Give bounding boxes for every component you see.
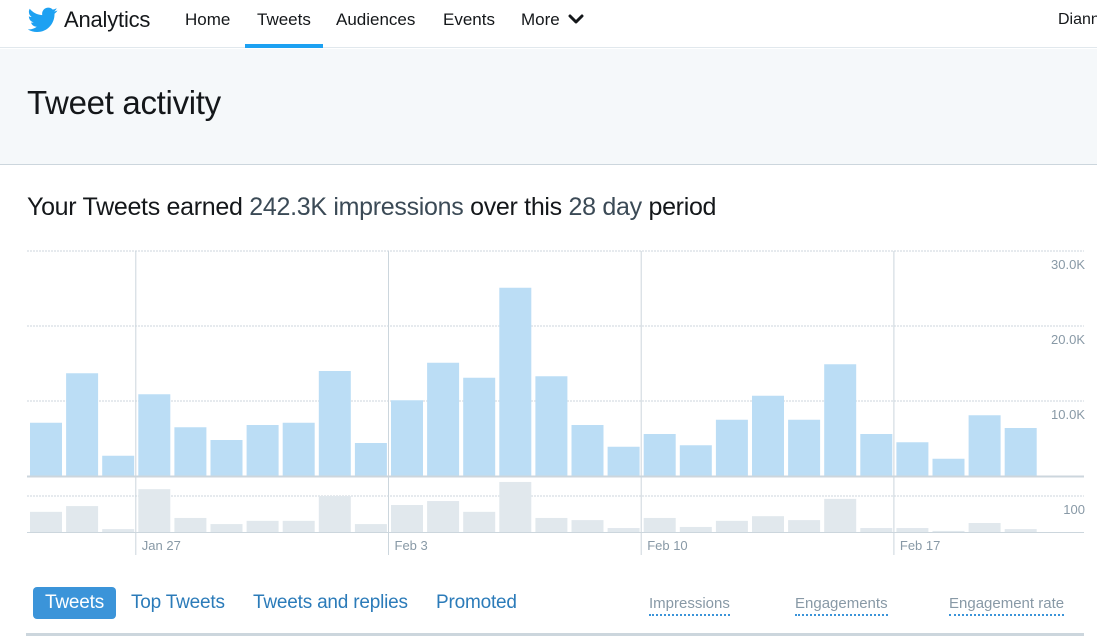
engagements-bar[interactable] [354, 524, 387, 532]
twitter-bird-icon [28, 7, 58, 32]
y-tick-label: 30.0K [1051, 257, 1085, 272]
x-tick-label: Feb 3 [395, 538, 428, 553]
engagements-bar[interactable] [679, 526, 712, 532]
engagements-bar[interactable] [30, 511, 62, 532]
impressions-bar[interactable] [427, 362, 460, 476]
page-title: Tweet activity [27, 84, 221, 121]
impressions-bar[interactable] [354, 443, 387, 476]
impressions-bar[interactable] [824, 364, 857, 476]
engagements-bar[interactable] [138, 489, 171, 532]
engagements-bar[interactable] [246, 520, 279, 532]
metric-engagements[interactable]: Engagements [795, 595, 888, 616]
engagements-bar[interactable] [1004, 529, 1037, 532]
engagements-bar[interactable] [499, 481, 532, 532]
impressions-bar[interactable] [246, 425, 279, 476]
tab-top-tweets[interactable]: Top Tweets [131, 587, 225, 619]
nav-audiences[interactable]: Audiences [336, 0, 415, 48]
nav-events-label: Events [443, 10, 495, 29]
activity-chart: Jan 27 Feb 3 Feb 10 Feb 17 10.0K 20.0K 30.0K 10… [27, 250, 1085, 555]
y-tick-label: 10.0K [1051, 407, 1085, 422]
impressions-bar[interactable] [1004, 428, 1037, 476]
brand-name: Analytics [64, 7, 151, 32]
brand[interactable]: Analytics [28, 7, 150, 33]
nav-home[interactable]: Home [185, 0, 230, 48]
tweet-tabs: Tweets Top Tweets Tweets and replies Pro… [0, 585, 1097, 636]
engagements-bar[interactable] [860, 528, 893, 532]
impressions-bar[interactable] [643, 434, 676, 476]
nav-tweets-label: Tweets [257, 10, 311, 29]
engagements-bar[interactable] [427, 501, 460, 532]
summary-suffix: period [648, 193, 717, 221]
metric-engagement-rate[interactable]: Engagement rate [949, 595, 1065, 616]
engagements-bar[interactable] [715, 520, 748, 532]
user-menu[interactable]: Dianne [1058, 0, 1097, 40]
impressions-bar[interactable] [715, 419, 748, 476]
impressions-bar[interactable] [391, 400, 423, 476]
engagements-bar[interactable] [210, 524, 243, 532]
tab-tweets[interactable]: Tweets [33, 587, 116, 619]
impressions-bar[interactable] [788, 419, 821, 476]
engagements-bar[interactable] [932, 530, 965, 532]
nav-more[interactable]: More [521, 0, 584, 48]
engagements-bar[interactable] [282, 520, 315, 532]
page-header: Tweet activity [0, 49, 1097, 165]
tab-promoted[interactable]: Promoted [436, 587, 517, 619]
impressions-bar[interactable] [66, 373, 99, 476]
summary-middle: over this [470, 193, 562, 221]
x-tick-label: Feb 17 [900, 538, 940, 553]
engagements-bar[interactable] [968, 523, 1001, 532]
engagements-bar[interactable] [788, 520, 821, 532]
y-tick-label: 20.0K [1051, 332, 1085, 347]
impressions-bar[interactable] [282, 422, 315, 476]
impressions-bar[interactable] [499, 287, 532, 476]
impressions-bar[interactable] [607, 446, 640, 476]
impressions-bar[interactable] [535, 376, 568, 476]
engagements-bar[interactable] [174, 517, 207, 532]
engagements-bar[interactable] [102, 529, 135, 532]
summary-impressions-value: 242.3K [249, 193, 327, 221]
engagements-bar[interactable] [824, 498, 857, 532]
impressions-bar[interactable] [174, 427, 207, 476]
engagements-bar[interactable] [535, 517, 568, 532]
metric-impressions[interactable]: Impressions [649, 595, 730, 616]
nav-audiences-label: Audiences [336, 10, 416, 29]
engagements-bar[interactable] [571, 520, 604, 532]
impressions-bar[interactable] [860, 434, 893, 476]
impressions-bar[interactable] [30, 422, 62, 476]
impressions-bar[interactable] [932, 458, 965, 476]
impressions-bar[interactable] [318, 371, 351, 476]
x-tick-label: Feb 10 [647, 538, 687, 553]
engagements-bar[interactable] [896, 528, 929, 532]
engagements-bar[interactable] [643, 517, 676, 532]
chevron-down-icon [568, 14, 584, 24]
x-tick-label: Jan 27 [142, 538, 181, 553]
impressions-bar[interactable] [752, 395, 784, 476]
impressions-summary: Your Tweets earned 242.3K impressions ov… [27, 193, 716, 222]
summary-impressions-word: impressions [333, 193, 464, 221]
top-nav: Analytics Home Tweets Audiences Events M… [0, 0, 1097, 48]
impressions-bar[interactable] [571, 425, 604, 476]
impressions-bar[interactable] [679, 445, 712, 476]
impressions-bar[interactable] [968, 415, 1001, 476]
impressions-bar[interactable] [102, 455, 135, 476]
impressions-bar[interactable] [463, 377, 496, 476]
nav-events[interactable]: Events [443, 0, 495, 48]
nav-tweets[interactable]: Tweets [245, 0, 323, 48]
engagements-bar[interactable] [318, 496, 351, 532]
impressions-bar[interactable] [138, 394, 171, 476]
summary-days: 28 day [568, 193, 643, 221]
impressions-bar[interactable] [210, 440, 243, 476]
tab-tweets-and-replies[interactable]: Tweets and replies [253, 587, 408, 619]
engagements-bar[interactable] [391, 505, 423, 532]
summary-prefix: Your Tweets earned [27, 193, 243, 221]
impressions-bar[interactable] [896, 442, 929, 476]
engagements-bar[interactable] [607, 528, 640, 532]
engagements-bar[interactable] [463, 511, 496, 532]
engagements-bar[interactable] [66, 506, 99, 532]
nav-home-label: Home [185, 10, 231, 29]
engagements-bar[interactable] [752, 516, 784, 532]
y-tick-label: 100 [1063, 502, 1085, 517]
nav-more-label: More [521, 10, 560, 29]
